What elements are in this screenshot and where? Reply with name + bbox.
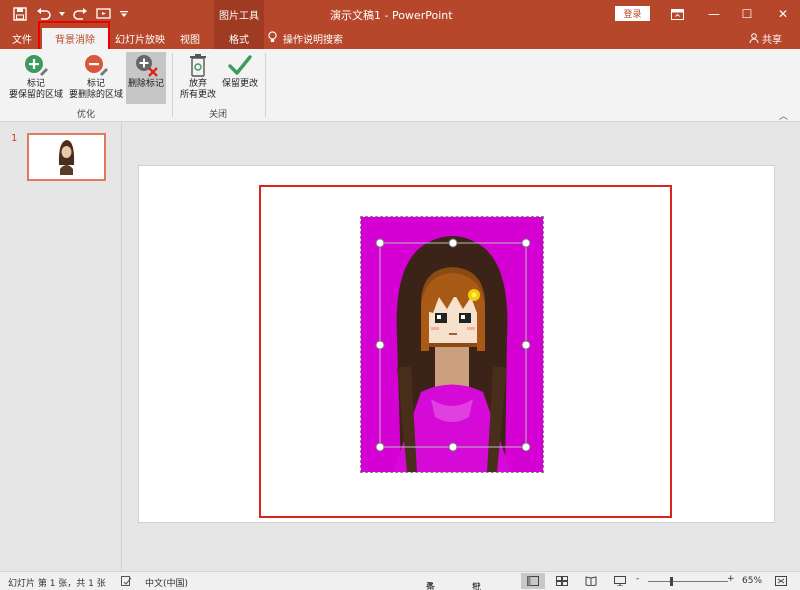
ribbon-group-separator [172,53,173,117]
minimize-button[interactable]: — [697,0,731,28]
lightbulb-icon [268,31,277,46]
zoom-slider-track[interactable] [648,581,728,582]
tab-view[interactable]: 视图 [172,28,208,49]
tab-file[interactable]: 文件 [4,28,40,49]
tab-highlight-annotation [38,21,110,51]
delete-mark-label: 删除标记 [127,79,164,89]
delete-mark-button[interactable]: 删除标记 [126,52,166,104]
notes-label: 备注 [426,583,436,590]
picture-background-removal[interactable] [360,216,544,473]
group-close-label: 关闭 [209,110,228,120]
ribbon-group-separator [265,53,266,117]
normal-view-icon[interactable] [521,573,545,589]
discard-line2: 所有更改 [179,90,216,100]
discard-all-changes-button[interactable]: 放弃 所有更改 [176,52,220,104]
slide-editing-area [123,123,800,571]
checkmark-icon [228,55,252,75]
tab-format[interactable]: 格式 [214,28,264,49]
plus-pencil-icon [25,55,48,76]
zoom-out-button[interactable]: - [636,574,639,584]
spellcheck-icon[interactable] [121,576,132,589]
ribbon: 标记 要保留的区域 标记 要删除的区域 删除标记 优化 放弃 所有更改 保留更改… [0,49,800,122]
slide-canvas [138,165,775,523]
share-button[interactable]: 共享 [749,31,782,46]
comments-label: 批注 [472,583,482,590]
minus-pencil-icon [85,55,108,76]
discard-line1: 放弃 [188,79,207,89]
recycle-bin-icon [190,54,206,77]
thumbnail-person-image [58,140,75,175]
slide-count-status: 幻灯片 第 1 张，共 1 张 [8,579,106,589]
zoom-in-button[interactable]: + [727,574,735,584]
group-refine-label: 优化 [77,110,96,120]
close-button[interactable]: ✕ [766,0,800,28]
customize-qat-icon[interactable] [118,4,130,24]
mark-remove-line2: 要删除的区域 [68,90,123,100]
tell-me-search[interactable]: 操作说明搜索 [268,28,358,49]
mark-areas-to-remove-button[interactable]: 标记 要删除的区域 [66,52,126,104]
tell-me-label: 操作说明搜索 [283,35,343,46]
language-status[interactable]: 中文(中国) [145,576,188,589]
keep-changes-button[interactable]: 保留更改 [220,52,260,104]
tab-slideshow[interactable]: 幻灯片放映 [110,28,170,49]
reading-view-icon[interactable] [585,576,597,589]
login-button[interactable]: 登录 [615,6,650,21]
title-bar: 图片工具 演示文稿1 - PowerPoint 登录 — ☐ ✕ [0,0,800,28]
portrait-image [361,217,543,472]
zoom-level[interactable]: 65% [742,576,762,586]
slide-thumbnail-pane: 1 [0,123,122,571]
document-title: 演示文稿1 - PowerPoint [330,9,453,22]
person-icon [749,33,762,46]
maximize-button[interactable]: ☐ [730,0,764,28]
save-icon[interactable] [10,4,30,24]
picture-tools-label: 图片工具 [214,0,264,28]
keep-changes-label: 保留更改 [221,79,258,89]
status-bar: 幻灯片 第 1 张，共 1 张 中文(中国) ≡ 备注 ▭ 批注 - + 65% [0,571,800,590]
mark-remove-line1: 标记 [86,79,105,89]
ribbon-tab-bar: 文件 背景消除 幻灯片放映 视图 格式 操作说明搜索 共享 [0,28,800,49]
fit-slide-icon[interactable] [775,576,787,589]
share-label: 共享 [762,35,782,46]
slideshow-view-icon[interactable] [614,576,626,589]
mark-areas-to-keep-button[interactable]: 标记 要保留的区域 [6,52,66,104]
mark-keep-line1: 标记 [26,79,45,89]
zoom-slider-thumb[interactable] [670,577,673,586]
slide-thumbnail[interactable] [27,133,106,181]
mark-keep-line2: 要保留的区域 [8,90,63,100]
slide-sorter-icon[interactable] [556,576,568,589]
slide-number: 1 [11,133,18,144]
collapse-ribbon-icon[interactable]: ︿ [779,109,788,122]
delete-mark-icon [136,55,158,77]
ribbon-display-options-icon[interactable] [660,0,694,28]
